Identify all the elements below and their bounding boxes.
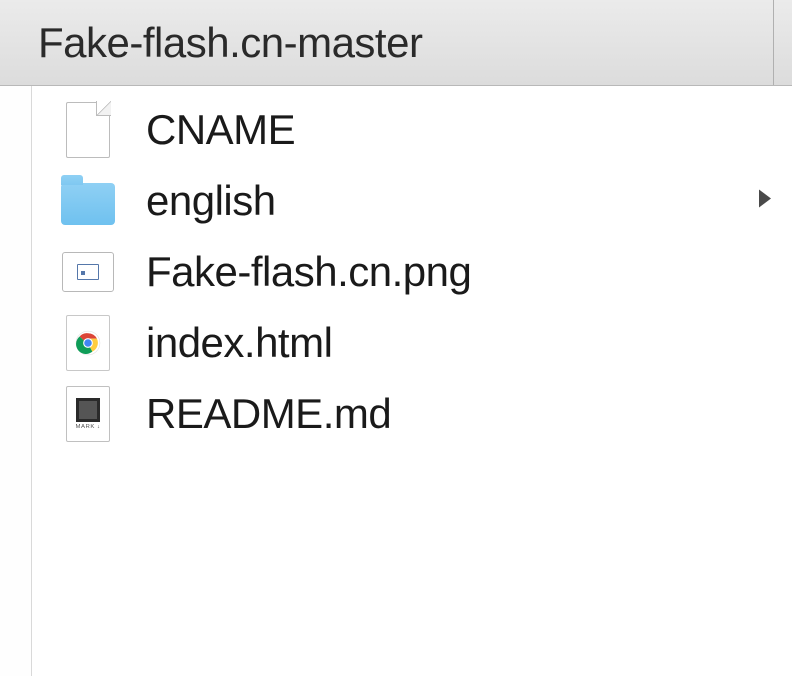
generic-file-icon — [60, 100, 116, 160]
finder-column-container: CNAME english Fake-flash.cn.png — [0, 86, 792, 676]
disclosure-triangle-icon — [756, 187, 774, 214]
previous-column-edge — [0, 86, 32, 676]
chrome-html-icon — [60, 313, 116, 373]
file-name-label: index.html — [146, 319, 332, 367]
file-row-fake-flash-png[interactable]: Fake-flash.cn.png — [32, 236, 792, 307]
file-row-english[interactable]: english — [32, 165, 792, 236]
file-row-index-html[interactable]: index.html — [32, 307, 792, 378]
image-file-icon — [60, 242, 116, 302]
column-header[interactable]: Fake-flash.cn-master — [0, 0, 792, 86]
file-name-label: README.md — [146, 390, 391, 438]
folder-title: Fake-flash.cn-master — [38, 19, 422, 67]
file-row-readme-md[interactable]: MARK ↓ README.md — [32, 378, 792, 449]
file-name-label: english — [146, 177, 276, 225]
file-row-cname[interactable]: CNAME — [32, 94, 792, 165]
file-name-label: Fake-flash.cn.png — [146, 248, 471, 296]
header-divider — [773, 0, 774, 85]
folder-icon — [60, 171, 116, 231]
markdown-file-icon: MARK ↓ — [60, 384, 116, 444]
file-name-label: CNAME — [146, 106, 295, 154]
file-list[interactable]: CNAME english Fake-flash.cn.png — [32, 86, 792, 676]
